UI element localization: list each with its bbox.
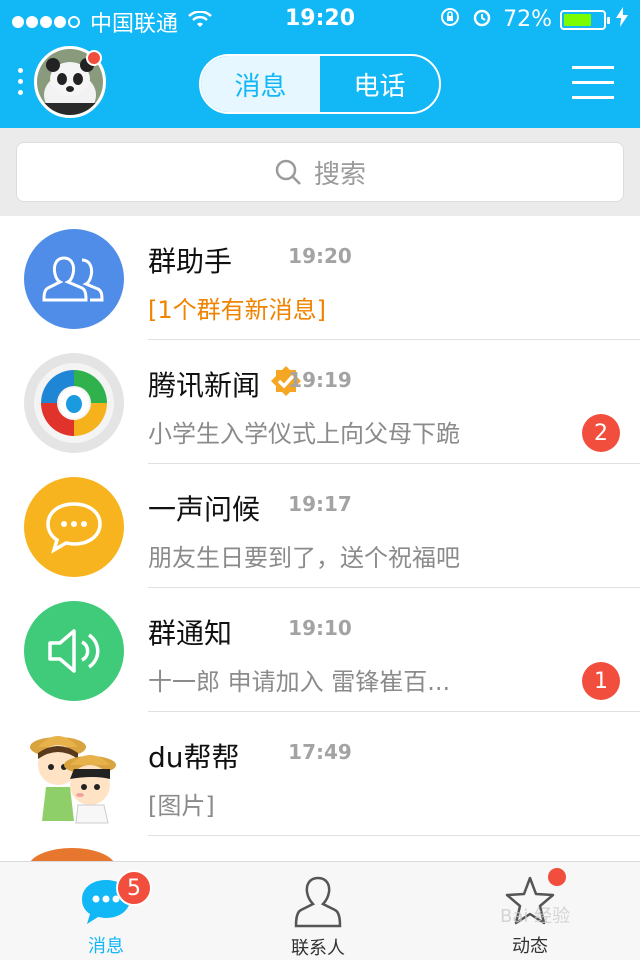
conversation-row[interactable]: 腾讯新闻 19:19 小学生入学仪式上向父母下跪 2 — [0, 340, 640, 464]
conversation-row[interactable]: 群通知 19:10 十一郎 申请加入 雷锋崔百... 1 — [0, 588, 640, 712]
status-bar: 中国联通 19:20 72% — [0, 0, 640, 40]
search-icon — [275, 159, 301, 185]
rotation-lock-icon — [439, 6, 461, 33]
conversation-preview: [图片] — [148, 792, 215, 820]
conversation-preview: 十一郎 申请加入 雷锋崔百... — [148, 668, 451, 696]
alarm-icon — [471, 6, 493, 33]
divider — [148, 835, 640, 836]
menu-icon[interactable] — [572, 66, 614, 111]
conversation-list: 群助手 19:20 [1个群有新消息] 腾讯新闻 19:19 小学生入学仪式上向… — [0, 216, 640, 861]
conversation-row[interactable]: 一声问候 19:17 朋友生日要到了，送个祝福吧 — [0, 464, 640, 588]
feed-notification-dot — [548, 868, 566, 886]
conversation-row[interactable]: du帮帮 17:49 [图片] — [0, 712, 640, 836]
tab-contacts[interactable]: 联系人 — [258, 862, 378, 960]
partial-avatar — [28, 848, 116, 861]
contacts-person-icon — [294, 876, 342, 928]
conversation-time: 17:49 — [288, 740, 352, 764]
battery-percent: 72% — [503, 7, 552, 32]
conversation-time: 19:10 — [288, 616, 352, 640]
tab-label: 动态 — [512, 936, 548, 957]
nav-bar: 消息 电话 — [0, 40, 640, 128]
messages-badge: 5 — [116, 870, 152, 906]
conversation-preview: 小学生入学仪式上向父母下跪 — [148, 420, 460, 448]
tab-messages[interactable]: 消息 — [201, 56, 320, 112]
conversation-time: 19:17 — [288, 492, 352, 516]
search-input[interactable]: 搜索 — [16, 142, 624, 202]
charging-bolt-icon — [616, 7, 628, 32]
avatar-notification-dot — [86, 50, 102, 66]
battery-fill — [564, 13, 592, 26]
tab-label: 联系人 — [291, 938, 345, 959]
drawer-dots-icon[interactable] — [18, 68, 24, 95]
conversation-row[interactable]: 群助手 19:20 [1个群有新消息] — [0, 216, 640, 340]
unread-badge: 1 — [582, 662, 620, 700]
segment-control: 消息 电话 — [199, 54, 441, 114]
tab-label: 消息 — [88, 936, 124, 957]
unread-badge: 2 — [582, 414, 620, 452]
watermark: Bai 经验 — [500, 906, 571, 927]
search-placeholder: 搜索 — [313, 159, 366, 190]
battery-icon — [560, 9, 610, 30]
conversation-preview: [1个群有新消息] — [148, 296, 326, 324]
conversation-time: 19:20 — [288, 244, 352, 268]
top-header: 中国联通 19:20 72% 消息 电话 — [0, 0, 640, 128]
status-right: 72% — [439, 6, 628, 33]
conversation-time: 19:19 — [288, 368, 352, 392]
search-area: 搜索 — [0, 128, 640, 216]
conversation-preview: 朋友生日要到了，送个祝福吧 — [148, 544, 460, 572]
tab-calls[interactable]: 电话 — [320, 56, 439, 112]
